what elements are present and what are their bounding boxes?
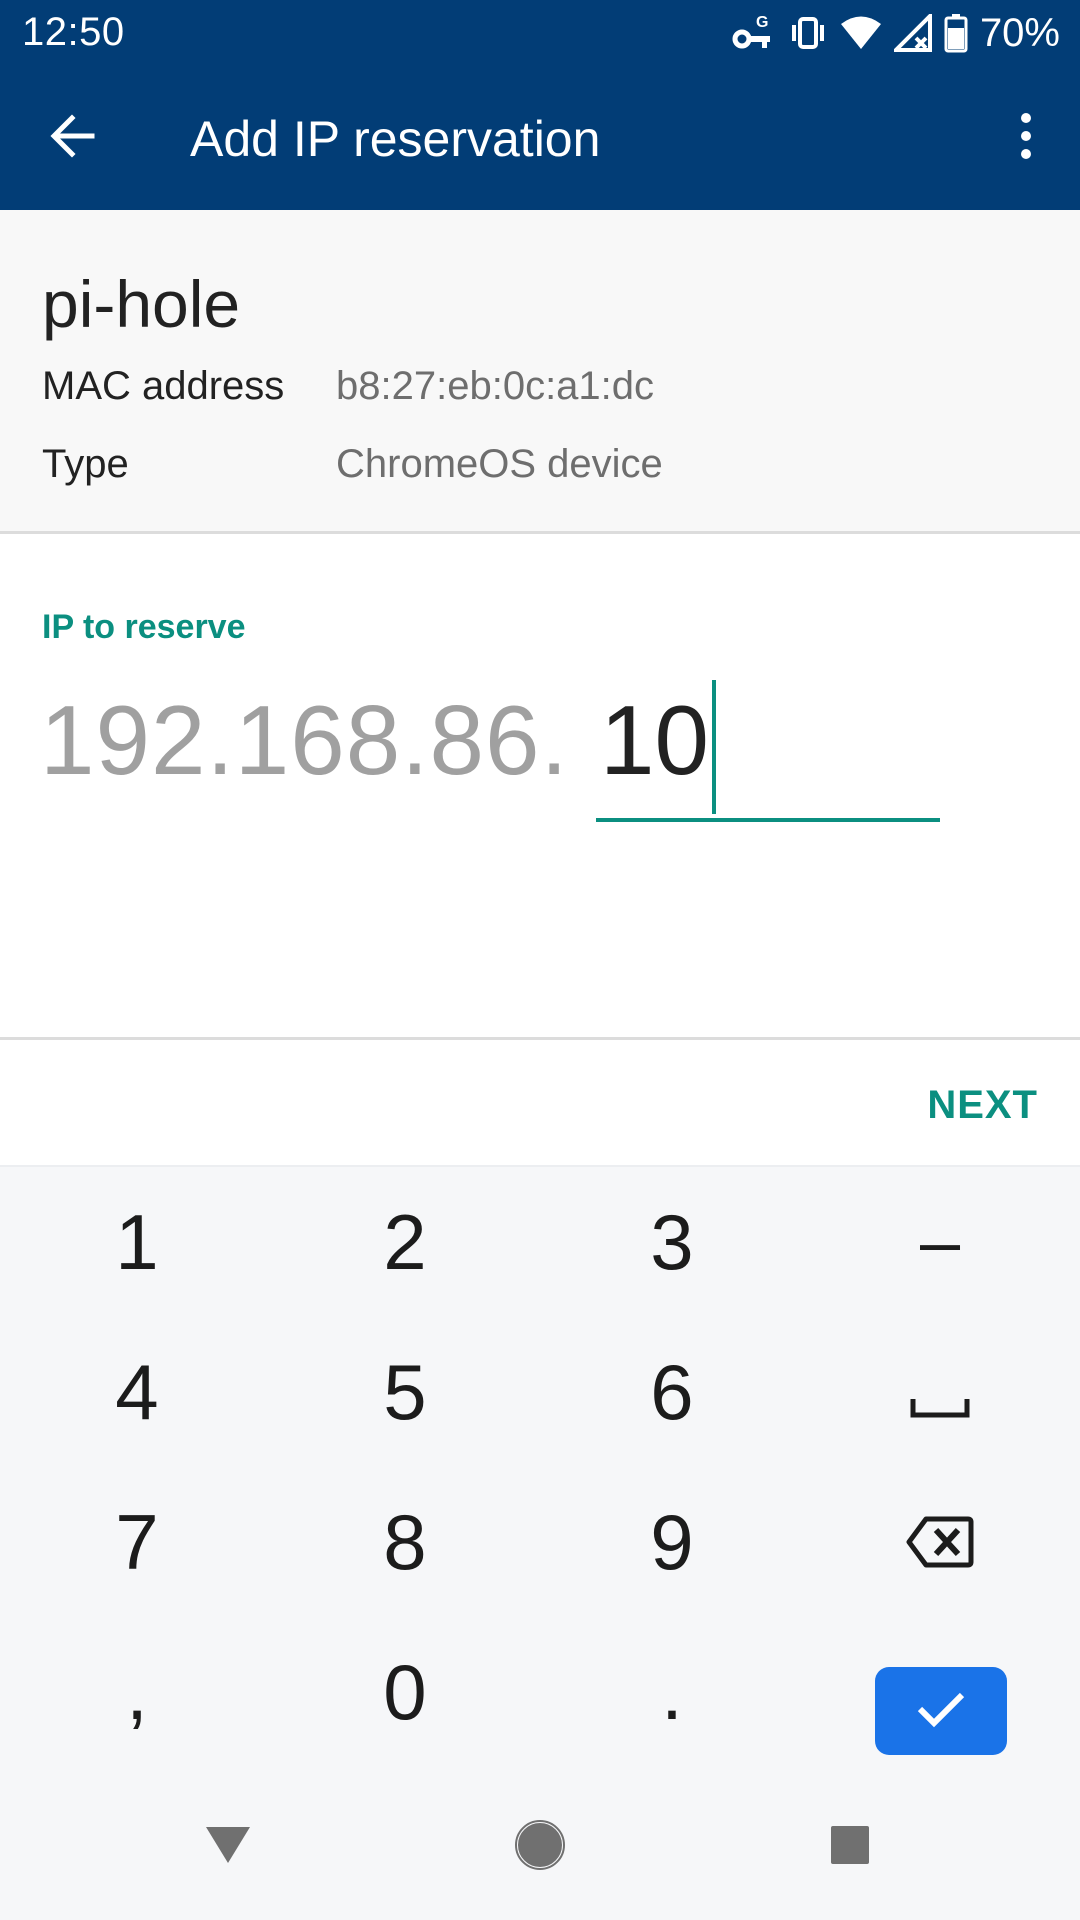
action-bar: NEXT — [0, 1043, 1080, 1165]
nav-back-triangle-icon — [204, 1823, 252, 1872]
key-8[interactable]: 8 — [295, 1472, 515, 1612]
vpn-key-icon: G — [732, 13, 776, 53]
key-4[interactable]: 4 — [27, 1322, 247, 1462]
nav-recents-square-icon — [829, 1824, 871, 1871]
device-type-value: ChromeOS device — [336, 442, 663, 486]
nav-home-button[interactable] — [504, 1811, 576, 1883]
no-signal-icon — [893, 14, 932, 52]
key-6[interactable]: 6 — [562, 1322, 782, 1462]
ip-reservation-section: IP to reserve 192.168.86. 10 — [0, 534, 1080, 1040]
key-3[interactable]: 3 — [562, 1172, 782, 1312]
system-nav-bar — [0, 1775, 1080, 1920]
key-0[interactable]: 0 — [295, 1622, 515, 1762]
backspace-icon — [906, 1497, 974, 1588]
ip-field-label: IP to reserve — [42, 608, 246, 646]
space-bar-icon — [910, 1347, 970, 1438]
key-2[interactable]: 2 — [295, 1172, 515, 1312]
mac-address-value: b8:27:eb:0c:a1:dc — [336, 364, 655, 408]
svg-text:G: G — [756, 14, 768, 31]
done-key[interactable] — [875, 1667, 1007, 1755]
key-comma[interactable]: , — [27, 1622, 247, 1762]
back-button[interactable] — [40, 106, 104, 170]
device-name: pi-hole — [42, 267, 241, 341]
battery-icon — [944, 13, 968, 53]
ip-last-octet-input[interactable]: 10 — [596, 680, 940, 822]
key-space[interactable] — [830, 1322, 1050, 1462]
key-9[interactable]: 9 — [562, 1472, 782, 1612]
ip-prefix: 192.168.86. — [40, 685, 569, 795]
ip-input-value: 10 — [600, 685, 710, 795]
wifi-icon — [840, 15, 882, 51]
next-button[interactable]: NEXT — [927, 1083, 1038, 1128]
page-title: Add IP reservation — [190, 111, 601, 167]
nav-recents-button[interactable] — [814, 1811, 886, 1883]
key-1[interactable]: 1 — [27, 1172, 247, 1312]
more-options-button[interactable] — [994, 106, 1058, 170]
vibrate-icon — [788, 13, 828, 53]
device-type-label: Type — [42, 442, 129, 486]
text-cursor — [712, 680, 716, 814]
device-info-card: pi-hole MAC address b8:27:eb:0c:a1:dc Ty… — [0, 210, 1080, 534]
key-dash[interactable]: – — [830, 1172, 1050, 1312]
numeric-keypad: 1 2 3 – 4 5 6 7 8 9 , 0 . — [0, 1165, 1080, 1775]
battery-percent: 70% — [979, 10, 1060, 55]
check-icon — [916, 1689, 966, 1734]
key-7[interactable]: 7 — [27, 1472, 247, 1612]
nav-back-button[interactable] — [192, 1811, 264, 1883]
nav-home-circle-icon — [515, 1819, 565, 1875]
key-backspace[interactable] — [830, 1472, 1050, 1612]
key-5[interactable]: 5 — [295, 1322, 515, 1462]
mac-address-label: MAC address — [42, 364, 285, 408]
key-period[interactable]: . — [562, 1622, 782, 1762]
arrow-left-icon — [48, 113, 96, 163]
status-time: 12:50 — [22, 10, 125, 54]
app-bar: Add IP reservation — [0, 66, 1080, 210]
more-vert-icon — [1018, 112, 1034, 165]
status-bar: 12:50 G 70% — [0, 0, 1080, 66]
status-icons: G 70% — [732, 10, 1060, 56]
